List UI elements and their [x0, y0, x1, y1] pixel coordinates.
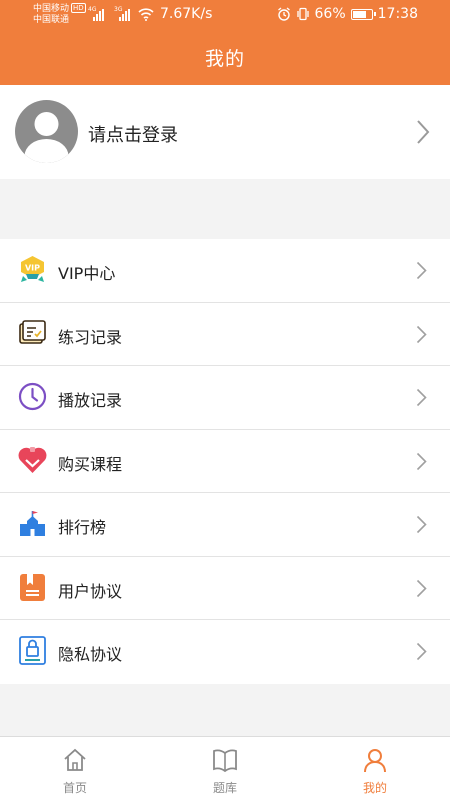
carrier-1: 中国移动 [33, 4, 70, 14]
avatar [15, 100, 78, 163]
ranking-building-icon [20, 511, 45, 536]
page-title: 我的 [204, 48, 245, 70]
menu-item-label: 用户协议 [58, 581, 123, 601]
carrier-info: 中国移动 HD 中国联通 [33, 3, 86, 26]
wifi-icon [138, 8, 154, 21]
menu-item-label: VIP中心 [58, 264, 116, 283]
status-right: 66% 17:38 [277, 6, 418, 22]
home-icon [64, 748, 86, 771]
menu-item-ranking[interactable]: 排行榜 [0, 493, 450, 557]
chevron-right-icon [416, 388, 427, 407]
practice-record-icon [19, 319, 46, 344]
tab-label: 题库 [212, 781, 237, 795]
vibrate-icon [296, 7, 309, 21]
menu-item-play-record[interactable]: 播放记录 [0, 366, 450, 430]
alarm-icon [277, 7, 290, 21]
document-bookmark-icon [20, 573, 45, 601]
network-speed: 7.67K/s [160, 6, 213, 22]
bottom-tab-bar: 首页 题库 我的 [0, 736, 450, 800]
app-header: 中国移动 HD 中国联通 4G 3G 7.67K/s 66% 17:38 我的 [0, 0, 450, 85]
tab-home[interactable]: 首页 [0, 737, 150, 800]
tab-label: 首页 [62, 781, 87, 795]
lock-document-icon [19, 636, 46, 665]
chevron-right-icon [416, 515, 427, 534]
menu-item-label: 练习记录 [58, 327, 123, 347]
clock: 17:38 [377, 6, 418, 22]
menu-item-privacy-agreement[interactable]: 隐私协议 [0, 620, 450, 684]
menu-item-vip[interactable]: VIP VIP中心 [0, 239, 450, 303]
menu-list: VIP VIP中心 练习记录 播放记录 购买课程 排行榜 用户协议 隐私协议 [0, 239, 450, 684]
status-bar: 中国移动 HD 中国联通 4G 3G 7.67K/s 66% 17:38 [0, 0, 450, 30]
svg-text:VIP: VIP [25, 264, 40, 273]
tab-label: 我的 [362, 781, 387, 795]
tab-question-bank[interactable]: 题库 [150, 737, 300, 800]
chevron-right-icon [417, 120, 430, 144]
signal-icon: 4G [88, 6, 104, 21]
menu-item-label: 排行榜 [58, 518, 107, 537]
menu-item-practice-record[interactable]: 练习记录 [0, 303, 450, 366]
default-avatar-icon [24, 112, 69, 163]
menu-item-label: 购买课程 [58, 454, 123, 474]
menu-item-label: 播放记录 [58, 391, 123, 410]
chevron-right-icon [416, 261, 427, 280]
chevron-right-icon [416, 452, 427, 470]
menu-item-user-agreement[interactable]: 用户协议 [0, 557, 450, 620]
tab-mine[interactable]: 我的 [300, 737, 450, 800]
chevron-right-icon [416, 642, 427, 661]
carrier-2: 中国联通 [33, 15, 70, 25]
menu-item-buy-course[interactable]: 购买课程 [0, 430, 450, 493]
book-icon [213, 749, 237, 773]
login-prompt: 请点击登录 [88, 125, 178, 146]
hd-badge: HD [71, 3, 86, 13]
battery-icon [350, 8, 376, 20]
clock-icon [18, 382, 47, 411]
vip-crown-icon: VIP [21, 256, 44, 282]
chevron-right-icon [416, 325, 427, 343]
profile-login-row[interactable]: 请点击登录 [0, 85, 450, 179]
chevron-right-icon [416, 579, 427, 597]
heart-gift-icon [18, 446, 47, 473]
menu-item-label: 隐私协议 [58, 645, 123, 664]
signal-icon: 3G [114, 6, 130, 21]
battery-percent: 66% [314, 6, 346, 22]
person-icon [364, 749, 386, 773]
